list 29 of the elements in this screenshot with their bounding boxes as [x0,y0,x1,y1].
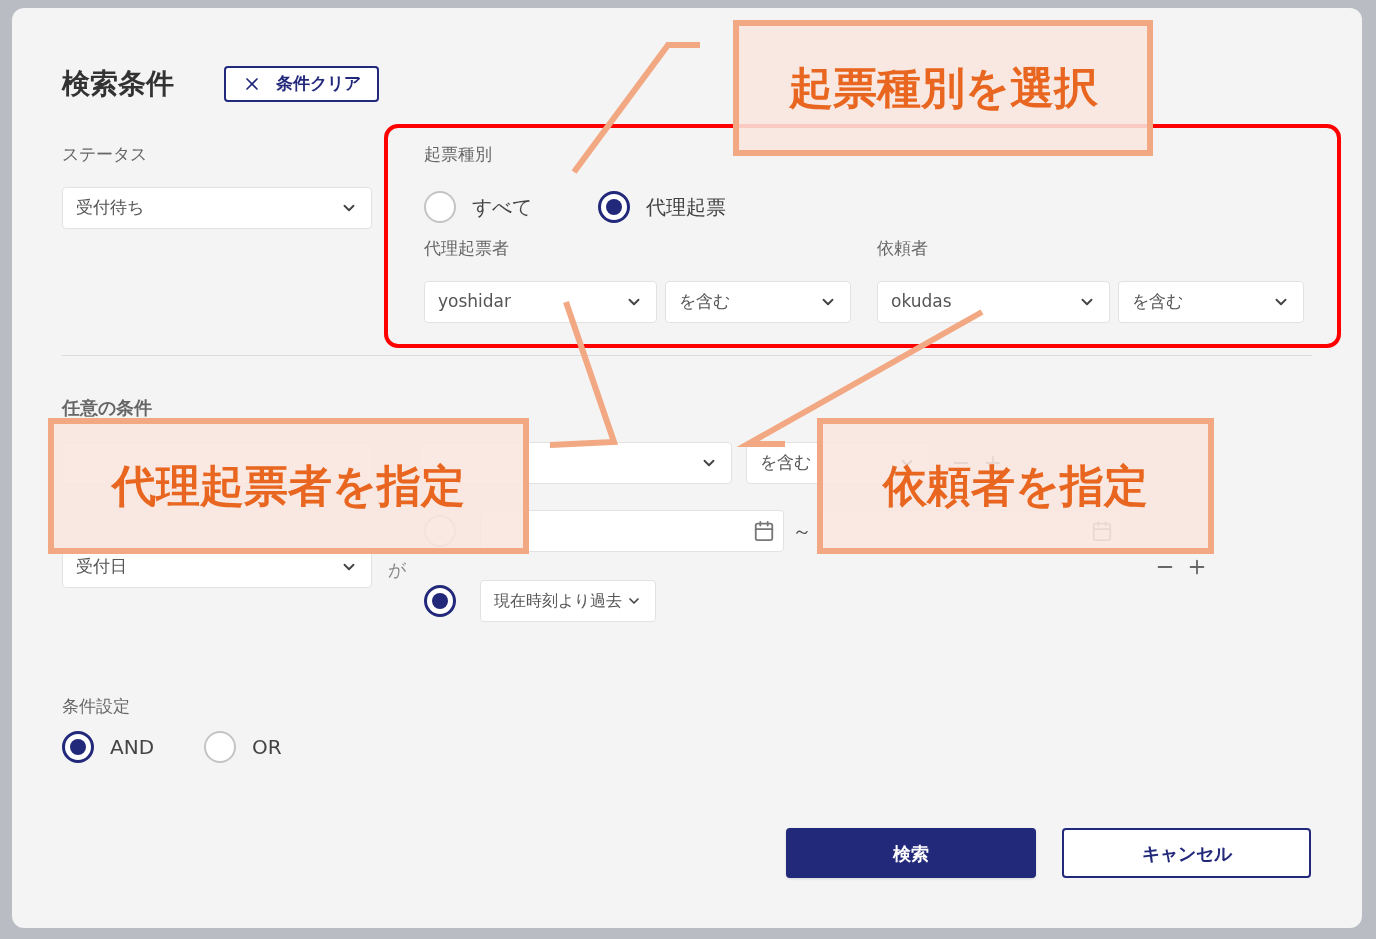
radio-label: OR [252,734,282,761]
proxy-label: 代理起票者 [424,238,510,258]
calendar-icon [753,520,775,542]
radio-label: AND [110,734,155,761]
callout-text: 起票種別を選択 [788,61,1098,115]
radio-button[interactable] [424,585,456,617]
dialog-title: 検索条件 [62,66,174,102]
radio-label: すべて [472,194,532,221]
ticket-type-label: 起票種別 [424,144,493,164]
status-select[interactable]: 受付待ち [62,187,372,229]
clear-conditions-button[interactable]: 条件クリア [224,66,379,102]
radio-label: 代理起票 [646,194,726,221]
status-label: ステータス [62,144,148,164]
requester-select[interactable]: okudas [877,281,1110,323]
callout-text: 依頼者を指定 [883,459,1148,513]
particle-text: が [388,558,407,578]
requester-label: 依頼者 [877,238,928,258]
logic-label: 条件設定 [62,696,130,716]
range-separator: ～ [791,518,813,545]
radio-button[interactable] [62,731,94,763]
cancel-button[interactable]: キャンセル [1062,828,1311,878]
search-button[interactable]: 検索 [786,828,1036,878]
match-select[interactable]: を含む [665,281,851,323]
proxy-select[interactable]: yoshidar [424,281,657,323]
callout-text: 代理起票者を指定 [112,459,465,513]
optional-conditions-title: 任意の条件 [62,398,152,418]
radio-button[interactable] [598,191,630,223]
relative-time-select[interactable]: 現在時刻より過去 [480,580,656,622]
match-select[interactable]: を含む [1118,281,1304,323]
